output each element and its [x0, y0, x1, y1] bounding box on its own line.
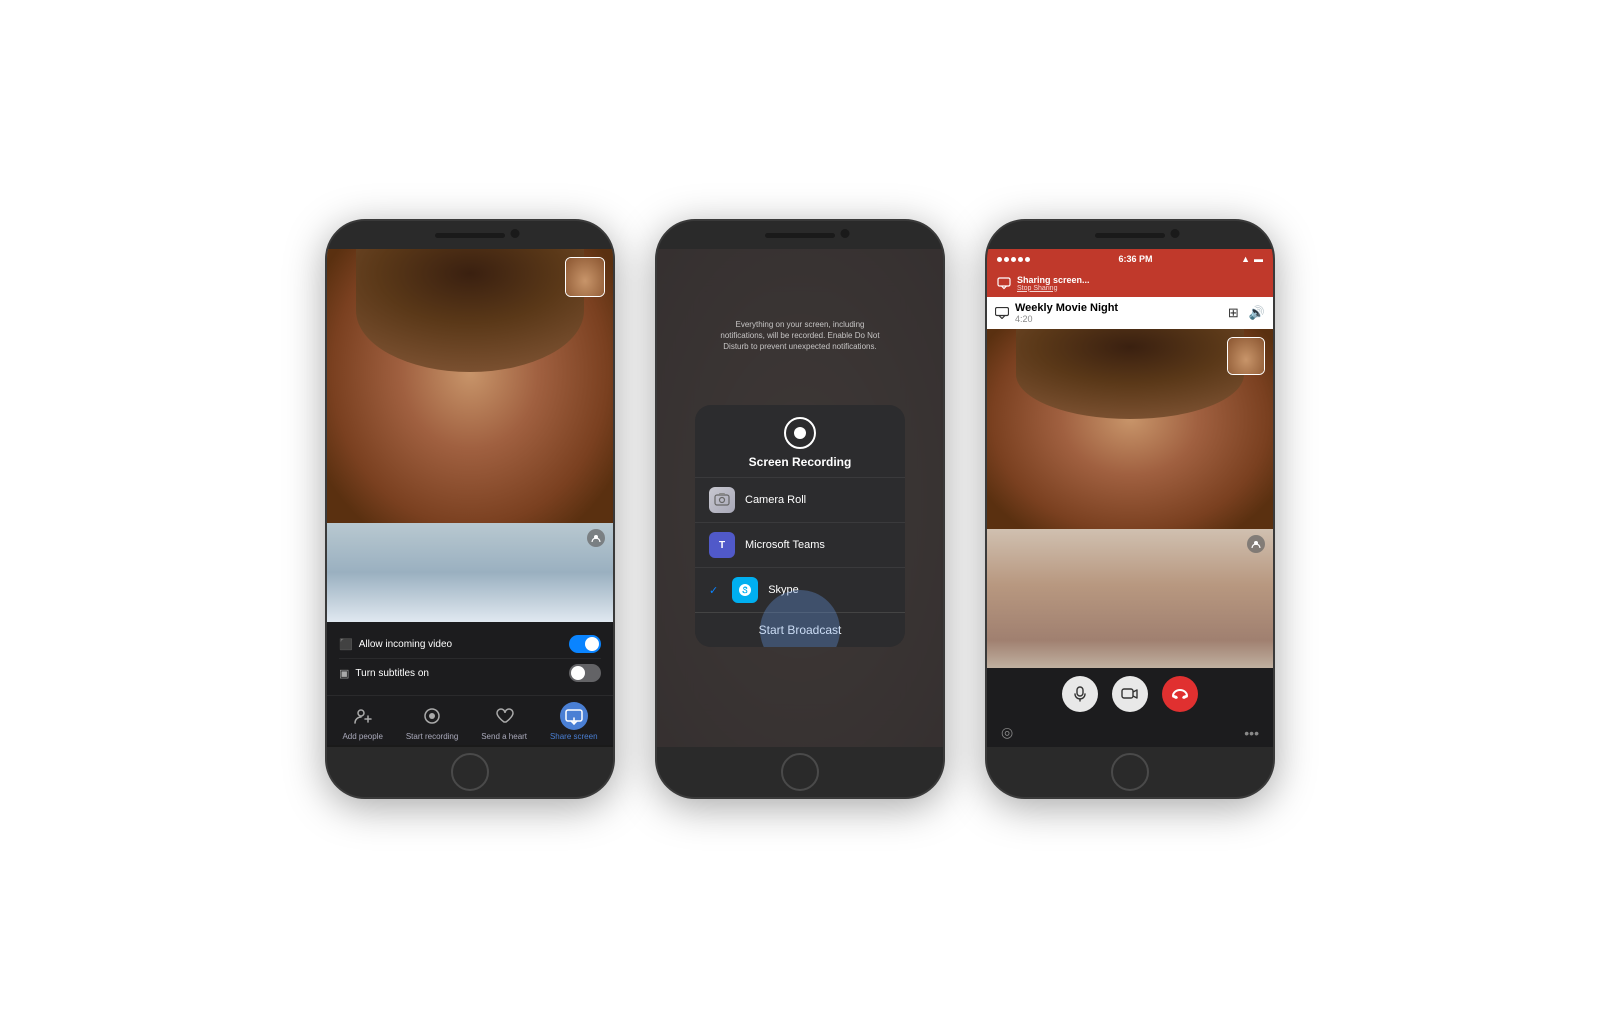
phone1-home-button[interactable] [451, 753, 489, 791]
phone-3: 6:36 PM ▲ ▬ Sharing screen... Stop Shari… [985, 219, 1275, 799]
header-left: Weekly Movie Night 4:20 [995, 302, 1118, 324]
phone2-screen: Everything on your screen, including not… [657, 249, 943, 747]
broadcast-popup: Screen Recording Ca [695, 405, 905, 647]
screen-share-header-icon [995, 307, 1009, 319]
heart-icon [490, 702, 518, 730]
camera-roll-label: Camera Roll [745, 494, 806, 506]
grid-layout-icon[interactable]: ⊞ [1228, 305, 1239, 321]
toggle-subtitles-switch[interactable] [569, 664, 601, 682]
toggle-row-subtitles: ▣ Turn subtitles on [339, 659, 601, 687]
subtitles-icon: ▣ [339, 667, 349, 680]
phone1-bottom-face-bg [327, 523, 613, 623]
sharing-title: Sharing screen... [1017, 275, 1090, 285]
phone2-hint-text: Everything on your screen, including not… [720, 319, 880, 353]
phone1-hair [356, 249, 585, 372]
phone3-bottom-bar [987, 747, 1273, 797]
phone2-speaker [765, 233, 835, 238]
start-broadcast-button[interactable]: Start Broadcast [695, 612, 905, 647]
phone1-bottom-video [327, 523, 613, 623]
check-mark: ✓ [709, 584, 718, 597]
phone3-home-button[interactable] [1111, 753, 1149, 791]
record-dot [794, 427, 806, 439]
status-signal-dots [997, 257, 1030, 262]
toggle-subtitles-label: ▣ Turn subtitles on [339, 667, 429, 680]
phone-1: ⬛ Allow incoming video ▣ Turn subtitles … [325, 219, 615, 799]
phone1-camera-dot [511, 229, 520, 238]
phone3-top-bar [987, 221, 1273, 249]
popup-option-camera-roll[interactable]: Camera Roll [695, 478, 905, 523]
sharing-text: Sharing screen... Stop Sharing [1017, 275, 1090, 292]
toggle-row-video: ⬛ Allow incoming video [339, 630, 601, 659]
start-recording-icon [418, 702, 446, 730]
volume-icon[interactable]: 🔊 [1249, 305, 1265, 321]
phone1-bottom-nav: Add people Start recording [327, 695, 613, 745]
phone3-status-bar: 6:36 PM ▲ ▬ [987, 249, 1273, 269]
teams-label: Microsoft Teams [745, 539, 825, 551]
phone3-bottom-participant-icon [1247, 535, 1265, 553]
more-options-icon[interactable]: ••• [1244, 725, 1259, 741]
phone3-thumb-face [1228, 338, 1264, 374]
phone1-main-video-area [327, 249, 613, 523]
end-call-button[interactable] [1162, 676, 1198, 712]
camera-roll-icon [709, 487, 735, 513]
phone1-participant-icon [587, 529, 605, 547]
phone3-call-controls [987, 668, 1273, 720]
phone3-header: Weekly Movie Night 4:20 ⊞ 🔊 [987, 297, 1273, 329]
meeting-duration: 4:20 [1015, 314, 1118, 324]
add-people-icon [349, 702, 377, 730]
phone3-speaker [1095, 233, 1165, 238]
share-screen-icon [560, 702, 588, 730]
toggle-video-switch[interactable] [569, 635, 601, 653]
video-icon: ⬛ [339, 638, 353, 651]
meeting-title: Weekly Movie Night [1015, 302, 1118, 314]
phone1-speaker [435, 233, 505, 238]
status-icons: ▲ ▬ [1241, 254, 1263, 264]
nav-start-recording[interactable]: Start recording [406, 702, 458, 741]
popup-title: Screen Recording [749, 455, 852, 469]
phone1-thumbnail [565, 257, 605, 297]
camera-button[interactable] [1112, 676, 1148, 712]
phone2-camera-dot [841, 229, 850, 238]
stop-sharing-link[interactable]: Stop Sharing [1017, 285, 1090, 292]
nav-send-heart[interactable]: Send a heart [481, 702, 527, 741]
phone3-screen: 6:36 PM ▲ ▬ Sharing screen... Stop Shari… [987, 249, 1273, 747]
phones-container: ⬛ Allow incoming video ▣ Turn subtitles … [325, 219, 1275, 799]
phone1-bottom-bar [327, 747, 613, 797]
focus-icon[interactable]: ◎ [1001, 724, 1013, 741]
phone2-home-button[interactable] [781, 753, 819, 791]
phone3-thumbnail [1227, 337, 1265, 375]
status-time: 6:36 PM [1119, 254, 1153, 264]
teams-icon: T [709, 532, 735, 558]
phone1-thumb-face [566, 258, 604, 296]
nav-add-people[interactable]: Add people [342, 702, 382, 741]
header-right: ⊞ 🔊 [1228, 305, 1265, 321]
wifi-icon: ▲ [1241, 254, 1250, 264]
battery-icon: ▬ [1254, 254, 1263, 264]
mute-button[interactable] [1062, 676, 1098, 712]
screen-share-bar-icon [997, 276, 1011, 290]
phone-2: Everything on your screen, including not… [655, 219, 945, 799]
phone3-top-video [987, 329, 1273, 529]
phone1-controls: ⬛ Allow incoming video ▣ Turn subtitles … [327, 622, 613, 695]
skype-icon [732, 577, 758, 603]
phone3-bottom-row: ◎ ••• [987, 720, 1273, 747]
record-icon-circle [784, 417, 816, 449]
phone3-sharing-bar: Sharing screen... Stop Sharing [987, 269, 1273, 297]
phone3-bottom-video [987, 529, 1273, 668]
toggle-video-label: ⬛ Allow incoming video [339, 638, 452, 651]
phone3-bottom-face-bg [987, 529, 1273, 668]
phone3-camera-dot [1171, 229, 1180, 238]
phone2-bottom-bar [657, 747, 943, 797]
phone2-top-bar [657, 221, 943, 249]
nav-share-screen[interactable]: Share screen [550, 702, 598, 741]
popup-header: Screen Recording [695, 405, 905, 478]
phone1-top-bar [327, 221, 613, 249]
popup-option-teams[interactable]: T Microsoft Teams [695, 523, 905, 568]
phone1-screen: ⬛ Allow incoming video ▣ Turn subtitles … [327, 249, 613, 747]
phone3-hair [1016, 329, 1245, 419]
